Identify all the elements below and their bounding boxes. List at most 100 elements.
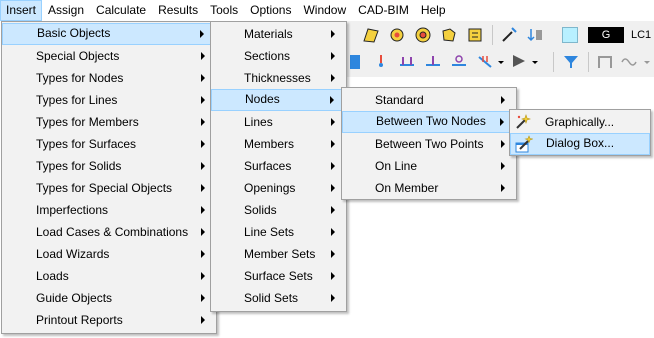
submenu-arrow-icon <box>331 184 335 192</box>
menu-item-label: Dialog Box... <box>546 136 615 150</box>
node-support-icon[interactable] <box>372 53 390 71</box>
line-hinge-icon[interactable] <box>424 53 442 71</box>
dialog-wand-icon <box>515 135 533 153</box>
load-case-group[interactable]: G <box>588 27 624 43</box>
menu-calculate[interactable]: Calculate <box>90 0 152 21</box>
menu-item-label: Standard <box>375 93 424 107</box>
menu-item-label: Solids <box>244 203 277 217</box>
solid-icon[interactable] <box>440 26 458 44</box>
submenu-arrow-icon <box>201 294 205 302</box>
frame-icon[interactable] <box>596 53 614 71</box>
submenu-arrow-icon <box>331 162 335 170</box>
menu-item-line-sets[interactable]: Line Sets <box>211 221 346 243</box>
menu-item-types-for-surfaces[interactable]: Types for Surfaces <box>2 133 216 155</box>
menu-item-members[interactable]: Members <box>211 133 346 155</box>
menu-item-label: Load Cases & Combinations <box>36 225 189 239</box>
menu-item-surfaces[interactable]: Surfaces <box>211 155 346 177</box>
menu-item-label: On Line <box>375 159 418 173</box>
submenu-arrow-icon <box>331 206 335 214</box>
menu-item-basic-objects[interactable]: Basic Objects <box>2 23 216 45</box>
submenu-arrow-icon <box>331 30 335 38</box>
menu-item-guide-objects[interactable]: Guide Objects <box>2 287 216 309</box>
menu-item-types-for-solids[interactable]: Types for Solids <box>2 155 216 177</box>
menu-item-label: Imperfections <box>36 203 109 217</box>
menu-item-solids[interactable]: Solids <box>211 199 346 221</box>
toolbar-row-2 <box>340 49 654 75</box>
menu-item-imperfections[interactable]: Imperfections <box>2 199 216 221</box>
menu-item-between-two-points[interactable]: Between Two Points <box>342 133 516 155</box>
menu-bar: Insert Assign Calculate Results Tools Op… <box>0 0 654 21</box>
wave-icon[interactable] <box>620 53 638 71</box>
menu-item-types-for-nodes[interactable]: Types for Nodes <box>2 67 216 89</box>
toolbar-separator-3 <box>588 52 589 72</box>
menu-item-member-sets[interactable]: Member Sets <box>211 243 346 265</box>
menu-item-thicknesses[interactable]: Thicknesses <box>211 67 346 89</box>
filter-icon[interactable] <box>562 53 580 71</box>
submenu-arrow-icon <box>201 74 205 82</box>
menu-item-sections[interactable]: Sections <box>211 45 346 67</box>
menu-item-label: Surface Sets <box>244 269 313 283</box>
menu-insert[interactable]: Insert <box>0 0 43 21</box>
snap-icon[interactable] <box>500 26 518 44</box>
member-hinge-icon[interactable] <box>450 53 468 71</box>
menu-item-openings[interactable]: Openings <box>211 177 346 199</box>
toolbar-separator-2 <box>553 52 554 72</box>
target-icon[interactable] <box>414 26 432 44</box>
toolbar-separator <box>492 25 493 45</box>
load-case-label[interactable]: LC1 <box>625 27 654 43</box>
menu-assign[interactable]: Assign <box>42 0 90 21</box>
submenu-arrow-icon <box>331 228 335 236</box>
submenu-arrow-icon <box>201 96 205 104</box>
member-icon[interactable] <box>346 53 364 71</box>
menu-item-on-line[interactable]: On Line <box>342 155 516 177</box>
menu-item-label: Types for Special Objects <box>36 181 173 195</box>
line-support-icon[interactable] <box>398 53 416 71</box>
dropdown-arrow-icon[interactable] <box>496 53 506 71</box>
menu-item-label: Special Objects <box>36 49 120 63</box>
between-two-nodes-menu: Graphically... Dialog Box... <box>509 109 651 156</box>
submenu-arrow-icon <box>201 140 205 148</box>
menu-item-on-member[interactable]: On Member <box>342 177 516 199</box>
menu-item-nodes[interactable]: Nodes <box>211 89 346 111</box>
menu-window[interactable]: Window <box>297 0 352 21</box>
toolbar: G LC1 <box>340 21 654 77</box>
menu-item-graphically[interactable]: Graphically... <box>510 111 650 133</box>
submenu-arrow-icon <box>201 52 205 60</box>
menu-tools[interactable]: Tools <box>204 0 244 21</box>
submenu-arrow-icon <box>331 294 335 302</box>
opening-icon[interactable] <box>388 26 406 44</box>
menu-item-label: Types for Solids <box>36 159 122 173</box>
menu-item-types-for-lines[interactable]: Types for Lines <box>2 89 216 111</box>
menu-item-dialog-box[interactable]: Dialog Box... <box>510 133 650 155</box>
menu-item-lines[interactable]: Lines <box>211 111 346 133</box>
menu-item-special-objects[interactable]: Special Objects <box>2 45 216 67</box>
menu-help[interactable]: Help <box>415 0 452 21</box>
menu-item-label: Guide Objects <box>36 291 113 305</box>
submenu-arrow-icon <box>201 272 205 280</box>
menu-options[interactable]: Options <box>244 0 297 21</box>
sort-down-icon[interactable] <box>526 26 544 44</box>
menu-item-types-for-special-objects[interactable]: Types for Special Objects <box>2 177 216 199</box>
flag-icon[interactable] <box>510 53 528 71</box>
menu-item-printout-reports[interactable]: Printout Reports <box>2 309 216 331</box>
menu-item-label: Types for Nodes <box>36 71 124 85</box>
menu-item-load-cases-combinations[interactable]: Load Cases & Combinations <box>2 221 216 243</box>
menu-item-between-two-nodes[interactable]: Between Two Nodes <box>342 111 516 133</box>
dropdown-arrow-icon-3[interactable] <box>642 53 654 71</box>
menu-item-load-wizards[interactable]: Load Wizards <box>2 243 216 265</box>
submenu-arrow-icon <box>201 250 205 258</box>
menu-item-surface-sets[interactable]: Surface Sets <box>211 265 346 287</box>
dimension-icon[interactable] <box>466 26 484 44</box>
menu-cad-bim[interactable]: CAD-BIM <box>352 0 415 21</box>
menu-item-solid-sets[interactable]: Solid Sets <box>211 287 346 309</box>
member-load-icon[interactable] <box>476 53 494 71</box>
menu-item-types-for-members[interactable]: Types for Members <box>2 111 216 133</box>
dropdown-arrow-icon-2[interactable] <box>530 53 540 71</box>
menu-results[interactable]: Results <box>152 0 204 21</box>
surface-icon[interactable] <box>362 26 380 44</box>
menu-item-materials[interactable]: Materials <box>211 23 346 45</box>
menu-item-label: Member Sets <box>244 247 316 261</box>
menu-item-loads[interactable]: Loads <box>2 265 216 287</box>
menu-item-standard[interactable]: Standard <box>342 89 516 111</box>
submenu-arrow-icon <box>501 140 505 148</box>
